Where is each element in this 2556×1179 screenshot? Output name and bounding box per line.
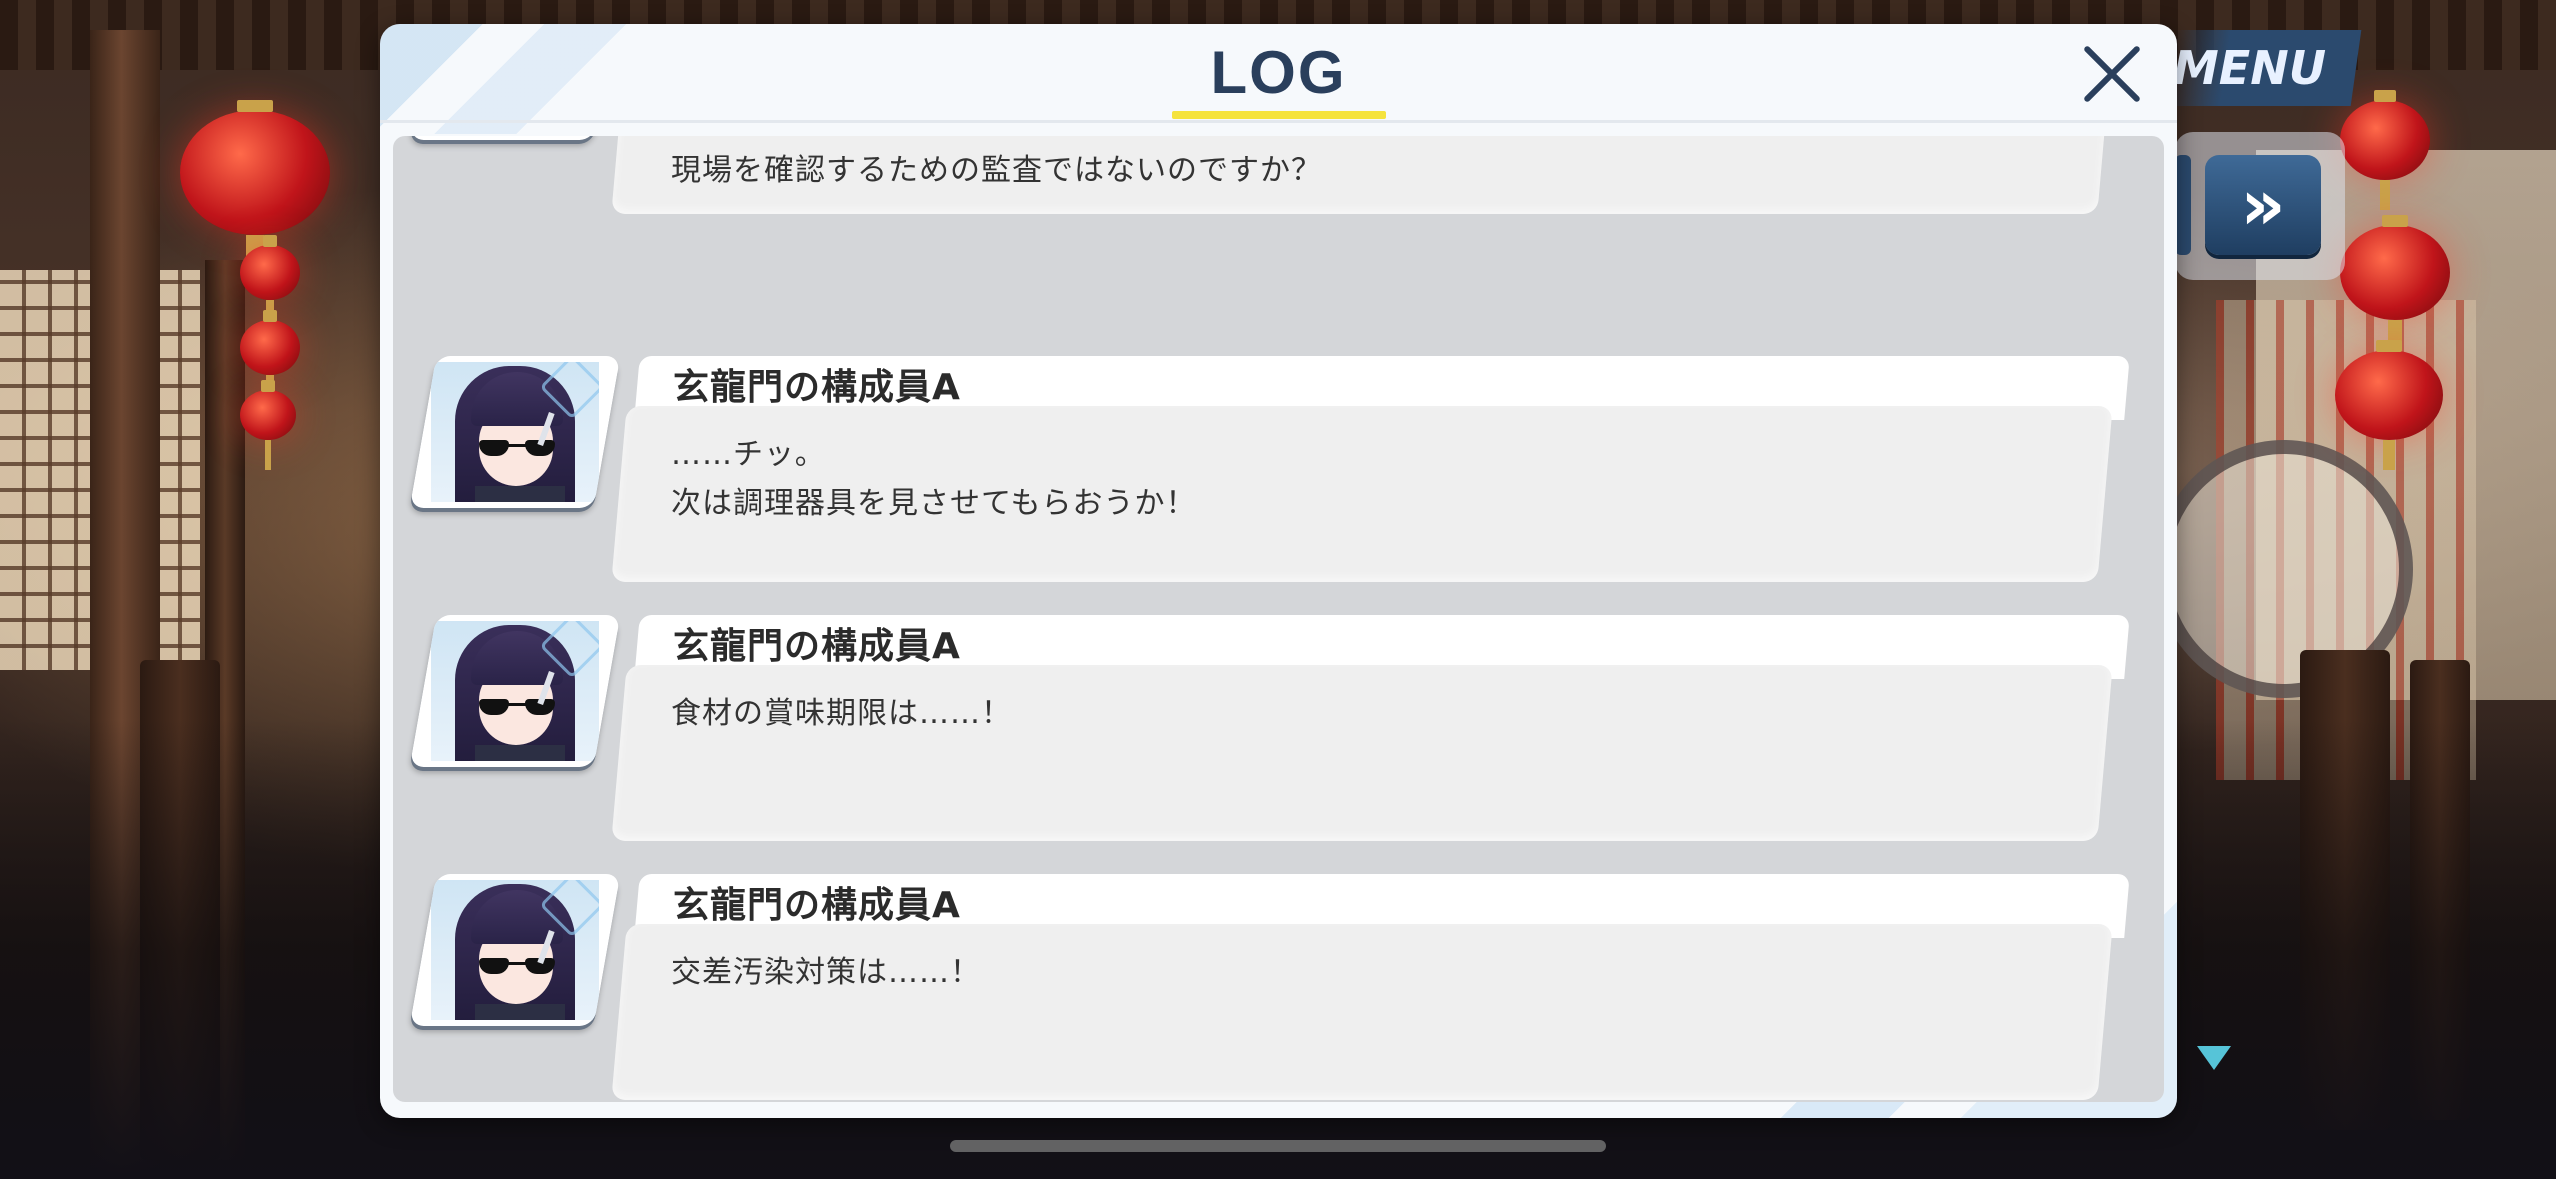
- menu-label: MENU: [2172, 41, 2326, 95]
- log-entry: 玄龍門の構成員A 交差汚染対策は……！: [393, 862, 2164, 1102]
- close-icon[interactable]: [2078, 40, 2146, 108]
- sunglasses-member-portrait: [409, 874, 621, 1026]
- sunglasses-member-portrait: [409, 615, 621, 767]
- log-entry: 現場を確認するための監査ではないのですか？: [393, 136, 2164, 220]
- title-underline: [1172, 111, 1386, 119]
- lantern-icon: [240, 235, 300, 330]
- speaker-name: 玄龍門の構成員A: [673, 885, 961, 926]
- message-text: ……チッ。 次は調理器具を見させてもらおうか！: [671, 437, 1197, 521]
- speaker-name: 玄龍門の構成員A: [673, 367, 961, 408]
- sunglasses-member-portrait: [409, 356, 621, 508]
- fast-forward-icon: »: [2240, 164, 2286, 246]
- fast-forward-button[interactable]: »: [2205, 155, 2321, 255]
- next-indicator-icon: [2197, 1046, 2231, 1070]
- message-text: 交差汚染対策は……！: [671, 955, 981, 990]
- lantern-icon: [240, 380, 296, 470]
- auto-button[interactable]: [2175, 155, 2191, 255]
- lantern-icon: [240, 310, 300, 405]
- log-scroll-area[interactable]: 現場を確認するための監査ではないのですか？ 玄龍門の構成員A ……チッ。 次は調…: [393, 136, 2164, 1102]
- log-entry: 玄龍門の構成員A 食材の賞味期限は……！: [393, 603, 2164, 847]
- lantern-icon: [2340, 90, 2430, 210]
- message-text: 食材の賞味期限は……！: [671, 696, 1012, 731]
- header-divider: [380, 120, 2177, 123]
- lantern-icon: [2340, 215, 2450, 350]
- red-haired-student-portrait: [409, 136, 621, 140]
- home-indicator[interactable]: [950, 1140, 1606, 1152]
- log-title: LOG: [1210, 39, 1347, 106]
- menu-button[interactable]: MENU: [2164, 30, 2362, 106]
- lantern-icon: [180, 100, 330, 265]
- log-entry: 玄龍門の構成員A ……チッ。 次は調理器具を見させてもらおうか！: [393, 344, 2164, 588]
- speaker-name: 玄龍門の構成員A: [673, 626, 961, 667]
- message-text: 現場を確認するための監査ではないのですか？: [671, 153, 1322, 188]
- log-header: LOG: [380, 24, 2177, 123]
- lantern-icon: [2335, 340, 2443, 470]
- log-dialog: LOG 現場を確認するための監査ではないのですか？ 玄龍門の構成員A ……チッ。…: [380, 24, 2177, 1118]
